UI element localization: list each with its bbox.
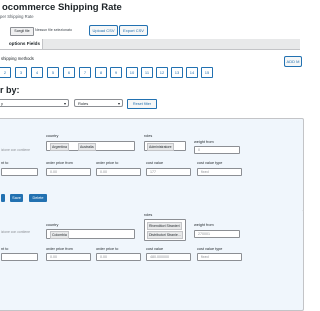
method-number[interactable]: 10	[126, 67, 138, 78]
rule-card: country Argentina Australia roles Admini…	[0, 118, 304, 212]
roles-chip[interactable]: Administratore	[147, 143, 174, 151]
cost-value-value: 177	[150, 170, 156, 174]
method-number[interactable]: 11	[141, 67, 153, 78]
rule-edge-button[interactable]	[1, 194, 5, 202]
method-number[interactable]: 14	[186, 67, 198, 78]
cost-value-value: 480.000000	[150, 255, 169, 259]
weight-from-value: 0	[198, 148, 200, 152]
filter-title: r by:	[0, 85, 20, 95]
method-number[interactable]: 7	[79, 67, 91, 78]
order-price-to-label: order price to	[96, 161, 119, 165]
weight-from-input[interactable]: 0	[194, 146, 240, 154]
rule-card: country Colombia roles Rivenditori Stran…	[0, 210, 304, 311]
add-method-button[interactable]: ADD M	[284, 56, 302, 67]
file-status-text: Nessun file selezionato	[35, 28, 72, 32]
delete-button[interactable]: Delete	[29, 194, 47, 202]
tab-bar: options Fields	[0, 39, 300, 50]
method-number[interactable]: 2	[0, 67, 11, 78]
order-price-from-input[interactable]: 0.00	[46, 168, 91, 176]
weight-from-label: weight from	[194, 140, 214, 144]
condition-placeholder: izione con contiene	[1, 148, 31, 152]
order-price-from-label: order price from	[46, 161, 73, 165]
country-chip[interactable]: Australia	[78, 143, 96, 151]
method-number[interactable]: 3	[15, 67, 27, 78]
weight-to-input[interactable]	[1, 253, 38, 261]
reset-filter-button[interactable]: Reset filter	[127, 99, 157, 109]
method-number[interactable]: 4	[31, 67, 43, 78]
tab-options-fields[interactable]: options Fields	[0, 39, 43, 49]
export-csv-button[interactable]: Export CSV	[119, 25, 148, 36]
method-number[interactable]: 6	[63, 67, 75, 78]
order-price-to-value: 0.00	[100, 170, 107, 174]
country-chip[interactable]: Colombia	[50, 231, 69, 239]
cost-value-type-value: fixed	[201, 170, 209, 174]
method-number[interactable]: 13	[171, 67, 183, 78]
order-price-from-value: 0.00	[50, 170, 57, 174]
cost-value-label: cost value	[146, 161, 164, 165]
weight-to-label: nt to	[1, 247, 9, 251]
chevron-down-icon: ▾	[63, 101, 66, 106]
order-price-from-input[interactable]: 0.00	[46, 253, 91, 261]
method-number[interactable]: 8	[95, 67, 107, 78]
page-subtitle: per Shipping Rate	[0, 14, 34, 19]
order-price-from-value: 0.00	[50, 255, 57, 259]
roles-select[interactable]: Rivenditori Stranieri Distributori Stran…	[144, 219, 186, 241]
method-number[interactable]: 9	[110, 67, 122, 78]
page-title: ocommerce Shipping Rate	[2, 2, 122, 13]
country-select[interactable]: Colombia	[46, 229, 135, 239]
save-button[interactable]: Save	[10, 194, 23, 202]
method-number[interactable]: 5	[47, 67, 59, 78]
cost-value-input[interactable]: 177	[146, 168, 191, 176]
choose-file-button[interactable]: Scegli file	[10, 27, 34, 36]
country-label: country	[46, 134, 59, 138]
weight-from-label: weight from	[194, 223, 214, 227]
cost-value-type-label: cost value type	[197, 161, 223, 165]
filter-select-roles-value: Roles	[78, 101, 89, 106]
roles-chip[interactable]: Distributori Stranie...	[147, 231, 183, 239]
roles-select[interactable]: Administratore	[144, 141, 186, 151]
weight-to-label: nt to	[1, 161, 9, 165]
roles-label: roles	[144, 134, 153, 138]
condition-placeholder: izione con contiene	[1, 230, 31, 234]
method-number[interactable]: 12	[156, 67, 168, 78]
cost-value-type-select[interactable]: fixed	[197, 253, 242, 261]
order-price-from-label: order price from	[46, 247, 73, 251]
order-price-to-label: order price to	[96, 247, 119, 251]
order-price-to-input[interactable]: 0.00	[96, 253, 141, 261]
weight-to-input[interactable]	[1, 168, 38, 176]
weight-from-value: 270001	[198, 232, 210, 236]
chevron-down-icon: ▾	[117, 101, 120, 106]
filter-select-roles[interactable]: Roles ▾	[74, 99, 123, 107]
cost-value-label: cost value	[146, 247, 164, 251]
upload-csv-button[interactable]: Upload CSV	[89, 25, 118, 36]
roles-chip[interactable]: Rivenditori Stranieri	[147, 222, 182, 230]
country-select[interactable]: Argentina Australia	[46, 141, 135, 151]
method-number[interactable]: 15	[201, 67, 213, 78]
order-price-to-value: 0.00	[100, 255, 107, 259]
weight-from-input[interactable]: 270001	[194, 230, 240, 238]
cost-value-type-label: cost value type	[197, 247, 223, 251]
cost-value-type-select[interactable]: fixed	[197, 168, 242, 176]
filter-select-type[interactable]: y ▾	[0, 99, 69, 107]
cost-value-type-value: fixed	[201, 255, 209, 259]
roles-label: roles	[144, 213, 153, 217]
cost-value-input[interactable]: 480.000000	[146, 253, 191, 261]
shipping-methods-label: shipping methods	[1, 56, 34, 61]
country-label: country	[46, 223, 59, 227]
filter-select-type-value: y	[1, 101, 3, 106]
order-price-to-input[interactable]: 0.00	[96, 168, 141, 176]
country-chip[interactable]: Argentina	[50, 143, 69, 151]
